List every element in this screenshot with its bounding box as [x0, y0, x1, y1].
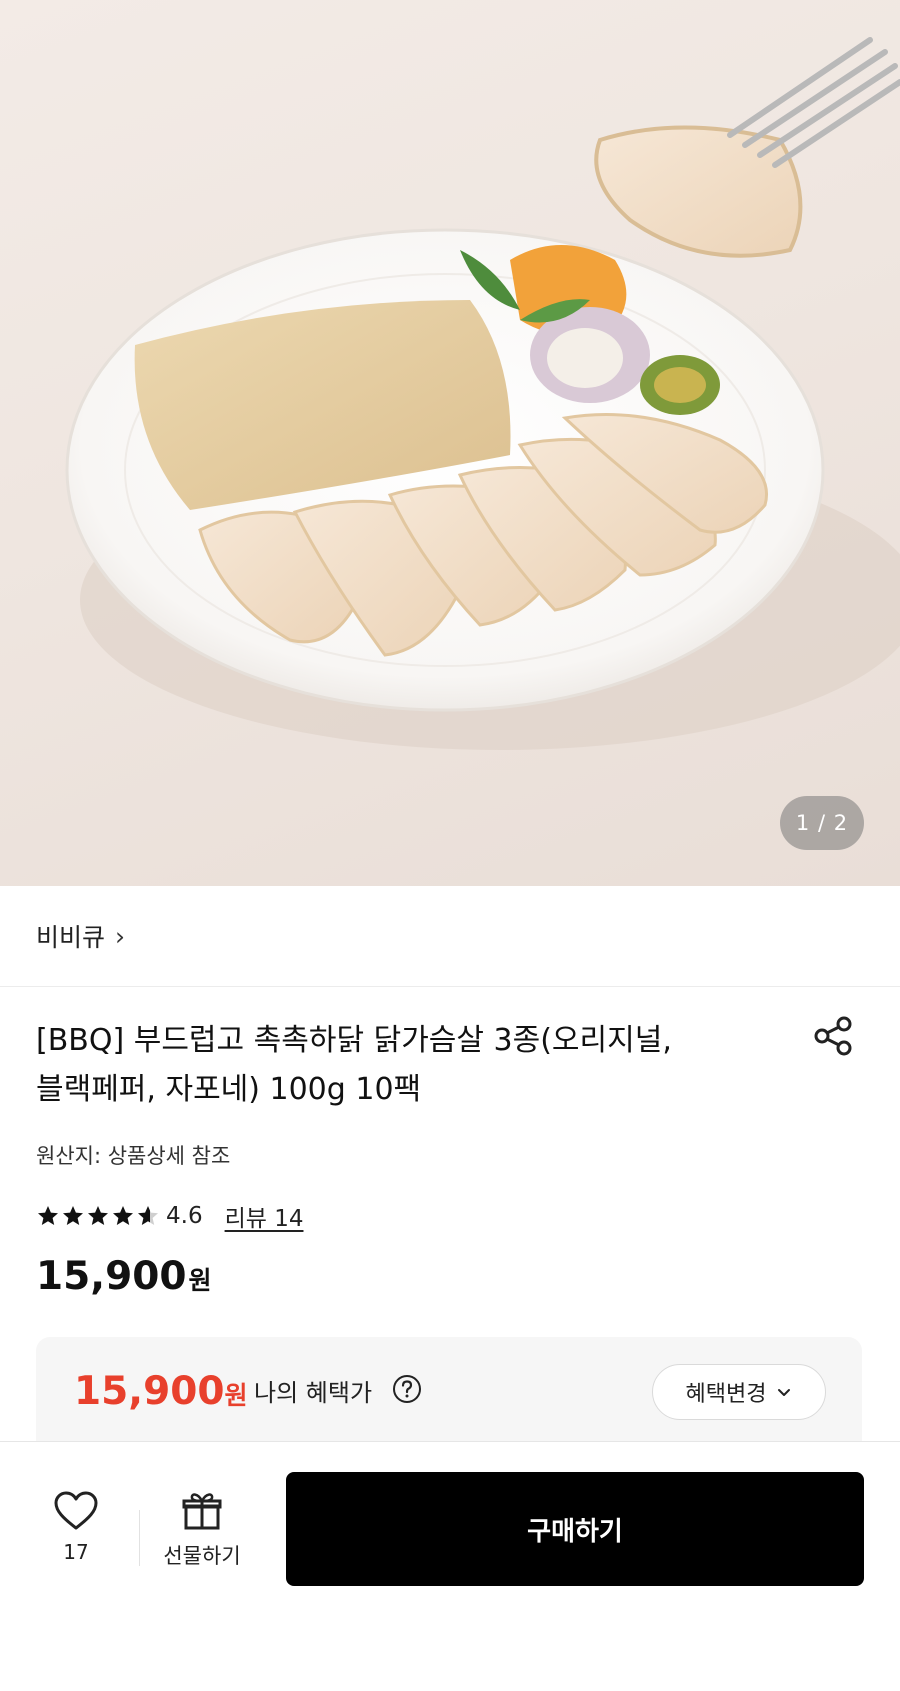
share-icon	[814, 1016, 852, 1056]
chevron-right-icon: ›	[115, 921, 126, 951]
brand-link[interactable]: 비비큐 ›	[0, 886, 900, 987]
star-rating	[36, 1204, 160, 1228]
like-button[interactable]: 17	[40, 1490, 112, 1600]
brand-name: 비비큐	[36, 923, 106, 952]
benefit-price-unit: 원	[224, 1381, 248, 1410]
benefit-price: 15,900원	[74, 1369, 248, 1414]
benefit-label: 나의 혜택가	[254, 1379, 373, 1407]
rating-row: 4.6 리뷰 14	[36, 1198, 303, 1234]
star-icon	[138, 1206, 158, 1225]
star-icon	[63, 1206, 83, 1225]
product-title-line2: 블랙페퍼, 자포네) 100g 10팩	[36, 1072, 422, 1107]
benefit-price-amount: 15,900	[74, 1369, 225, 1414]
question-icon	[393, 1375, 421, 1403]
chevron-down-icon	[778, 1389, 791, 1396]
benefit-box: 15,900원 나의 혜택가 혜택변경	[36, 1337, 862, 1455]
divider	[139, 1510, 140, 1566]
price-amount: 15,900	[36, 1254, 187, 1299]
origin-info: 원산지: 상품상세 참조	[36, 1144, 231, 1168]
product-title: [BBQ] 부드럽고 촉촉하닭 닭가슴살 3종(오리지널, 블랙페퍼, 자포네)…	[36, 1016, 776, 1114]
gift-label: 선물하기	[163, 1544, 241, 1568]
reviews-link[interactable]: 리뷰 14	[225, 1199, 304, 1233]
buy-button[interactable]: 구매하기	[286, 1472, 864, 1586]
product-photo	[65, 37, 900, 750]
benefit-change-button[interactable]: 혜택변경	[652, 1364, 826, 1420]
star-icon	[38, 1206, 58, 1225]
heart-icon	[54, 1491, 98, 1530]
bottom-action-bar: 17 선물하기 구매하기	[0, 1441, 900, 1691]
product-title-line1: [BBQ] 부드럽고 촉촉하닭 닭가슴살 3종(오리지널,	[36, 1023, 672, 1058]
product-price: 15,900원	[36, 1254, 212, 1299]
star-icon	[113, 1206, 133, 1225]
gift-icon	[182, 1493, 222, 1530]
star-icon	[88, 1206, 108, 1225]
gift-button[interactable]: 선물하기	[152, 1490, 252, 1600]
price-unit: 원	[188, 1266, 212, 1295]
benefit-change-label: 혜택변경	[685, 1382, 767, 1407]
image-pager: 1 / 2	[780, 796, 864, 850]
rating-value: 4.6	[166, 1203, 203, 1229]
share-button[interactable]	[812, 1014, 856, 1058]
help-button[interactable]	[392, 1374, 422, 1404]
product-image[interactable]: 1 / 2	[0, 0, 900, 886]
like-count: 17	[63, 1540, 89, 1564]
